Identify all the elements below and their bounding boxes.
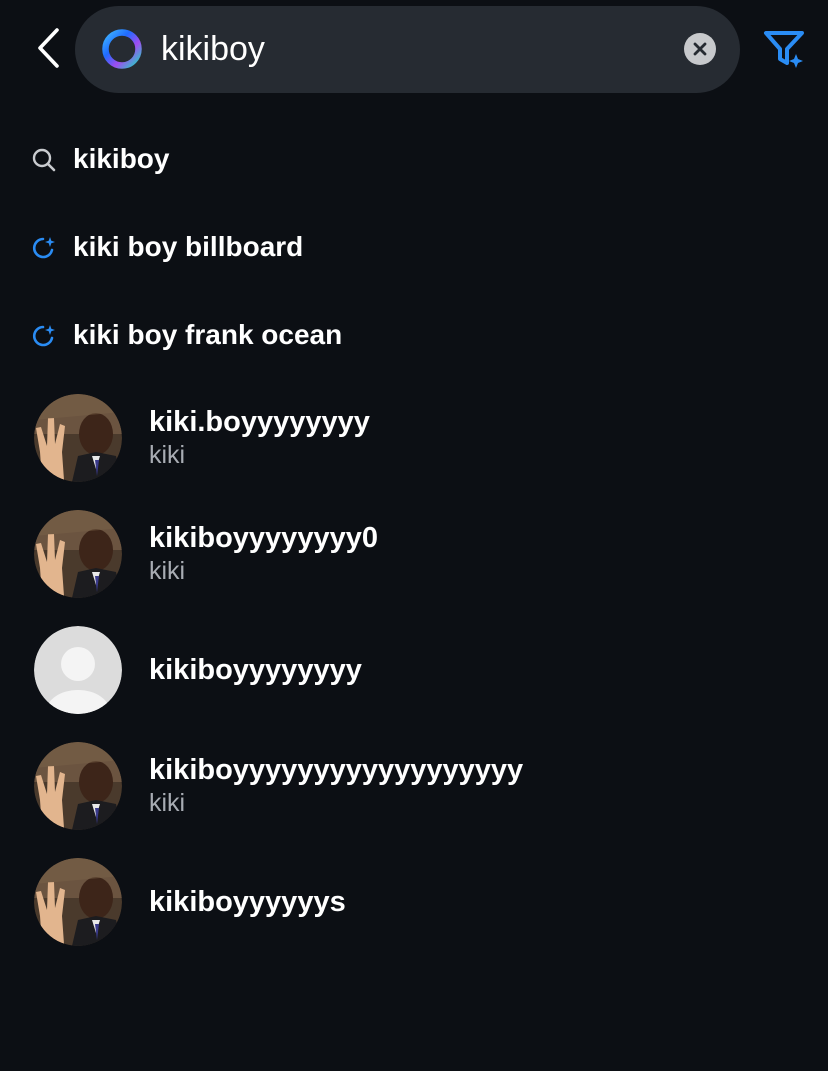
display-name: kiki — [149, 789, 186, 817]
ai-suggestion-icon — [32, 237, 55, 259]
search-suggestion[interactable]: kikiboy — [0, 120, 828, 200]
username: kikiboyyyyyyyy — [149, 654, 362, 686]
search-bar[interactable] — [75, 6, 740, 93]
user-result-row[interactable]: kikiboyyyyyyyyyyyyyyyyyy kiki — [0, 742, 828, 852]
user-result-row[interactable]: kiki.boyyyyyyyy kiki — [0, 394, 828, 504]
search-screen: kikiboy kiki boy billboard kiki boy fran… — [0, 0, 828, 1071]
search-input[interactable] — [161, 24, 661, 74]
avatar — [34, 510, 122, 598]
default-avatar-icon — [34, 626, 122, 714]
suggestion-label: kiki boy frank ocean — [73, 319, 343, 350]
meta-ai-ring-icon — [102, 29, 142, 69]
clear-x-icon — [693, 42, 707, 56]
avatar — [34, 742, 122, 830]
user-result-row[interactable]: kikiboyyyyyyyy — [0, 626, 828, 736]
filter-button[interactable] — [760, 26, 810, 72]
avatar — [34, 858, 122, 946]
ai-suggestion-icon — [32, 325, 55, 347]
display-name: kiki — [149, 557, 186, 585]
clear-search-button[interactable] — [684, 33, 716, 65]
username: kiki.boyyyyyyyy — [149, 406, 370, 438]
chevron-left-icon — [38, 28, 59, 68]
ai-suggestion[interactable]: kiki boy frank ocean — [0, 296, 828, 376]
username: kikiboyyyyyyyyyyyyyyyyyy — [149, 754, 524, 786]
display-name: kiki — [149, 441, 186, 469]
search-icon — [32, 148, 56, 172]
username: kikiboyyyyyyyy0 — [149, 522, 378, 554]
search-header — [0, 0, 828, 100]
suggestion-label: kiki boy billboard — [73, 231, 304, 262]
suggestion-label: kikiboy — [73, 143, 170, 174]
user-result-row[interactable]: kikiboyyyyyyyy0 kiki — [0, 510, 828, 620]
username: kikiboyyyyyys — [149, 886, 346, 918]
avatar — [34, 394, 122, 482]
user-result-row[interactable]: kikiboyyyyyys — [0, 858, 828, 968]
ai-suggestion[interactable]: kiki boy billboard — [0, 208, 828, 288]
back-button[interactable] — [26, 24, 70, 72]
filter-sparkle-icon — [764, 31, 804, 68]
